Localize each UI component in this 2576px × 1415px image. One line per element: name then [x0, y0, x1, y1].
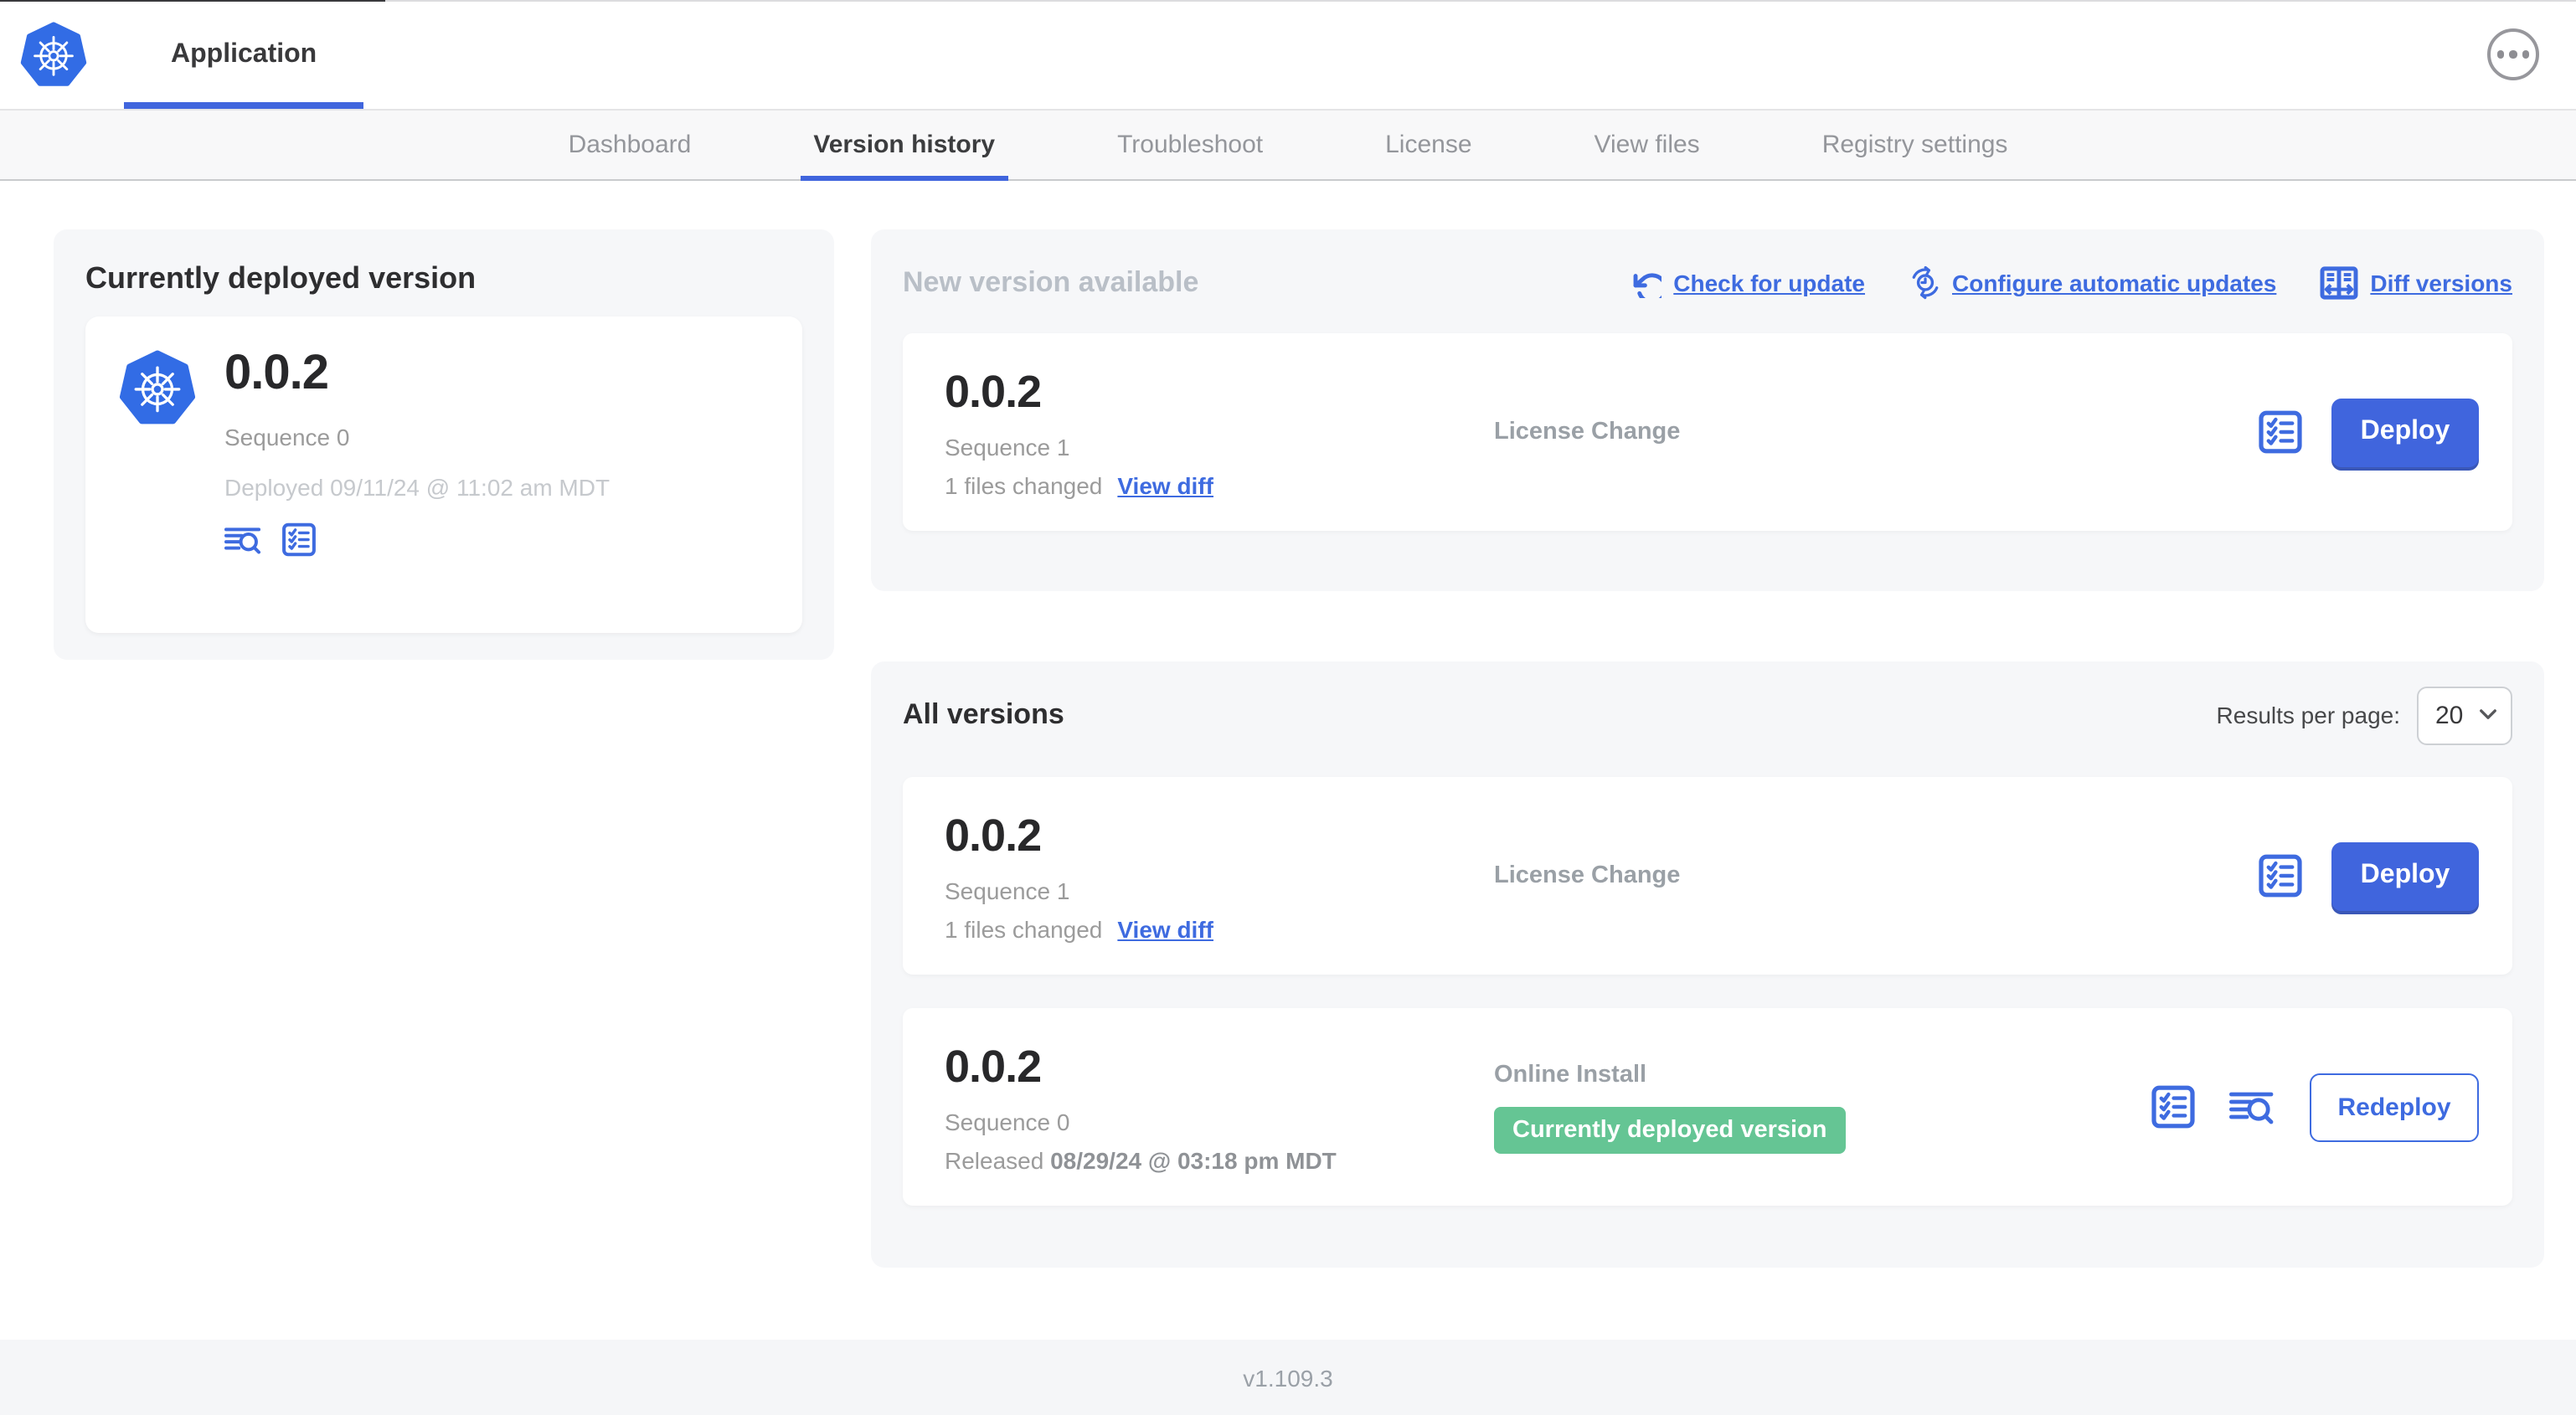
preflight-checks-icon[interactable] — [281, 522, 317, 557]
redeploy-button[interactable]: Redeploy — [2310, 1073, 2479, 1141]
files-changed-label: 1 files changed — [945, 471, 1103, 498]
version-number: 0.0.2 — [945, 366, 1042, 416]
sequence-label: Sequence 1 — [945, 877, 1070, 903]
tab-dashboard[interactable]: Dashboard — [569, 111, 692, 179]
version-row-info: 0.0.2 Sequence 1 1 files changed View di… — [936, 366, 1494, 498]
tab-label: View files — [1594, 131, 1700, 159]
console-version: v1.109.3 — [1243, 1364, 1333, 1391]
diff-columns-icon — [2320, 266, 2358, 300]
sequence-label: Sequence 0 — [945, 1108, 1070, 1135]
currently-deployed-title: Currently deployed version — [85, 261, 477, 295]
tab-label: Registry settings — [1821, 131, 2008, 159]
new-version-row: 0.0.2 Sequence 1 1 files changed View di… — [903, 333, 2512, 531]
view-diff-link[interactable]: View diff — [1117, 915, 1213, 942]
results-per-page-label: Results per page: — [2216, 702, 2400, 728]
check-for-update-label: Check for update — [1673, 270, 1865, 296]
tab-label: Version history — [813, 131, 996, 159]
version-row-info: 0.0.2 Sequence 0 Released 08/29/24 @ 03:… — [936, 1041, 1494, 1173]
files-changed-label: 1 files changed — [945, 915, 1103, 942]
section-nav: Dashboard Version history Troubleshoot L… — [0, 109, 2576, 181]
preflight-checks-icon[interactable] — [2151, 1085, 2196, 1129]
new-version-panel-head: New version available Check for update C… — [903, 261, 2512, 305]
change-type-label: License Change — [1494, 419, 1681, 445]
version-row-sequence-1: 0.0.2 Sequence 1 1 files changed View di… — [903, 777, 2512, 975]
files-changed-line: 1 files changed View diff — [945, 471, 1494, 498]
version-row-sequence-0: 0.0.2 Sequence 0 Released 08/29/24 @ 03:… — [903, 1008, 2512, 1206]
view-logs-icon[interactable] — [2229, 1089, 2276, 1124]
all-versions-head: All versions Results per page: 20 — [903, 686, 2512, 744]
deploy-button[interactable]: Deploy — [2331, 398, 2479, 466]
configure-automatic-updates-link[interactable]: Configure automatic updates — [1909, 266, 2277, 300]
released-date: 08/29/24 @ 03:18 pm MDT — [1050, 1146, 1337, 1173]
version-number: 0.0.2 — [945, 810, 1042, 860]
tab-label: Dashboard — [568, 131, 692, 159]
deploy-button[interactable]: Deploy — [2331, 841, 2479, 910]
deployed-sequence-label: Sequence 0 — [224, 424, 350, 450]
version-row-meta: Online Install Currently deployed versio… — [1494, 1061, 2151, 1153]
preflight-checks-icon[interactable] — [2258, 854, 2303, 898]
deployed-version-info: 0.0.2 Sequence 0 Deployed 09/11/24 @ 11:… — [224, 347, 610, 557]
results-per-page: Results per page: 20 — [2217, 686, 2512, 744]
version-row-actions: Deploy — [2258, 841, 2479, 910]
currently-deployed-panel: Currently deployed version 0.0.2 Sequenc… — [54, 229, 834, 660]
page-footer: v1.109.3 — [0, 1340, 2576, 1415]
sequence-label: Sequence 1 — [945, 433, 1070, 460]
deployed-version-number: 0.0.2 — [224, 347, 329, 400]
all-versions-panel: All versions Results per page: 20 0.0.2 … — [871, 661, 2544, 1268]
kubernetes-app-icon — [119, 350, 196, 427]
main-content: Currently deployed version 0.0.2 Sequenc… — [0, 181, 2576, 1340]
deployed-timestamp: Deployed 09/11/24 @ 11:02 am MDT — [224, 474, 611, 501]
kubernetes-logo — [20, 21, 87, 88]
tab-label: License — [1385, 131, 1472, 159]
new-version-title: New version available — [903, 266, 1199, 298]
window-edge-dark-segment — [0, 0, 385, 2]
chevron-down-icon — [2480, 709, 2496, 720]
refresh-icon — [1633, 269, 1662, 297]
files-changed-line: 1 files changed View diff — [945, 915, 1494, 942]
tab-license[interactable]: License — [1385, 111, 1471, 179]
change-type-label: License Change — [1494, 862, 1681, 889]
ellipsis-icon — [2496, 50, 2530, 59]
tab-troubleshoot[interactable]: Troubleshoot — [1117, 111, 1263, 179]
diff-versions-label: Diff versions — [2370, 270, 2512, 296]
results-per-page-value: 20 — [2435, 701, 2464, 729]
version-number: 0.0.2 — [945, 1041, 1042, 1091]
currently-deployed-badge: Currently deployed version — [1494, 1106, 1846, 1153]
version-row-actions: Deploy — [2258, 398, 2479, 466]
tab-view-files[interactable]: View files — [1595, 111, 1700, 179]
deployed-actions — [224, 522, 610, 557]
results-per-page-select[interactable]: 20 — [2417, 686, 2512, 744]
version-row-actions: Redeploy — [2151, 1073, 2479, 1141]
tab-label: Troubleshoot — [1117, 131, 1264, 159]
overflow-menu-button[interactable] — [2487, 28, 2539, 80]
view-diff-link[interactable]: View diff — [1117, 471, 1213, 498]
app-title: Application — [171, 39, 317, 68]
diff-versions-link[interactable]: Diff versions — [2320, 266, 2512, 300]
released-label: Released — [945, 1146, 1051, 1173]
app-tab-application[interactable]: Application — [124, 0, 364, 109]
window-edge-line — [0, 0, 2576, 2]
preflight-checks-icon[interactable] — [2258, 410, 2303, 454]
tab-registry-settings[interactable]: Registry settings — [1822, 111, 2008, 179]
check-for-update-link[interactable]: Check for update — [1633, 269, 1865, 297]
admin-console-page: Application Dashboard Version history Tr… — [0, 0, 2576, 1415]
version-row-meta: License Change — [1494, 419, 2258, 445]
version-row-meta: License Change — [1494, 862, 2258, 889]
app-header: Application — [0, 0, 2576, 109]
change-type-label: Online Install — [1494, 1061, 1647, 1088]
auto-update-clock-icon — [1911, 266, 1938, 300]
deployed-version-card: 0.0.2 Sequence 0 Deployed 09/11/24 @ 11:… — [85, 316, 802, 633]
configure-automatic-updates-label: Configure automatic updates — [1952, 270, 2277, 296]
version-row-info: 0.0.2 Sequence 1 1 files changed View di… — [936, 810, 1494, 942]
view-logs-icon[interactable] — [224, 525, 263, 554]
update-actions: Check for update Configure automatic upd… — [1633, 266, 2512, 300]
all-versions-title: All versions — [903, 698, 1064, 730]
new-version-panel: New version available Check for update C… — [871, 229, 2544, 591]
tab-version-history[interactable]: Version history — [800, 111, 1009, 181]
released-line: Released 08/29/24 @ 03:18 pm MDT — [945, 1146, 1494, 1173]
